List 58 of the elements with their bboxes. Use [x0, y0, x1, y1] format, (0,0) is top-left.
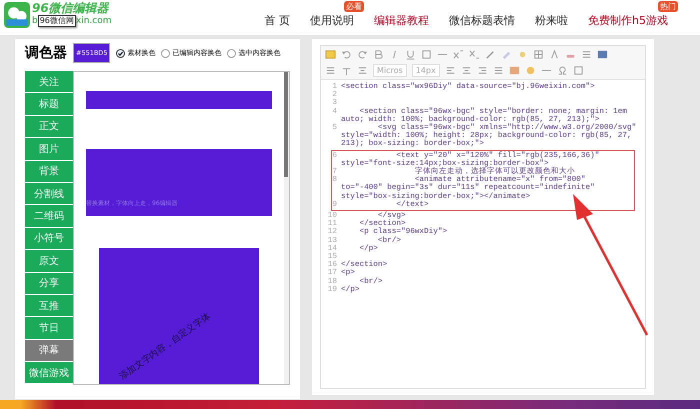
image-icon[interactable]	[508, 65, 520, 76]
superscript-icon[interactable]	[453, 49, 464, 60]
html-icon[interactable]	[325, 49, 336, 60]
nav-link[interactable]: 编辑器教程	[364, 14, 440, 27]
align-center-icon[interactable]	[460, 65, 472, 76]
radio-button[interactable]	[116, 48, 126, 58]
underline-icon[interactable]	[405, 49, 416, 60]
logo-title[interactable]: 96微信编辑器	[32, 2, 112, 15]
category-tab[interactable]: 正文	[25, 116, 73, 138]
list-icon[interactable]	[581, 49, 592, 60]
fullscreen-icon[interactable]	[597, 49, 608, 60]
scrollbar-thumb[interactable]	[284, 72, 288, 177]
nav-link[interactable]: 首 页	[254, 14, 300, 27]
radio-button[interactable]	[161, 48, 170, 58]
bold-icon[interactable]	[373, 49, 384, 60]
nav-link[interactable]: 粉来啦	[525, 14, 578, 27]
nav-badge: 必看	[344, 1, 364, 12]
category-tab[interactable]: 原文	[25, 250, 73, 272]
font-family-select[interactable]: Micros	[373, 64, 407, 77]
category-tab[interactable]: 小符号	[25, 228, 73, 250]
tooltip: 96微信网	[38, 15, 76, 27]
category-tab[interactable]: 图片	[25, 138, 73, 160]
category-tab[interactable]: 微信游戏	[25, 362, 73, 384]
logo-icon[interactable]	[4, 2, 30, 28]
category-tab[interactable]: 互推	[25, 294, 73, 316]
subscript-icon[interactable]	[469, 49, 480, 60]
category-tab[interactable]: 标题	[25, 93, 73, 115]
site-domain: xin.com	[76, 16, 112, 26]
line-height-icon[interactable]	[357, 65, 368, 76]
align-left-icon[interactable]	[444, 65, 456, 76]
category-tab[interactable]: 弹幕	[25, 340, 73, 362]
redo-icon[interactable]	[357, 49, 368, 60]
brush-icon[interactable]	[485, 49, 496, 60]
panel-title: 调色器	[25, 44, 67, 62]
nav-link[interactable]: 使用说明	[300, 14, 364, 27]
align-right-icon[interactable]	[476, 65, 488, 76]
category-tab[interactable]: 分割线	[25, 182, 73, 204]
omega-icon[interactable]	[556, 65, 568, 76]
template-icon[interactable]	[572, 65, 584, 76]
rotated-caption: 添加文字内容，自定义字体	[117, 310, 213, 383]
category-tab[interactable]: 节日	[25, 317, 73, 339]
table-icon[interactable]	[533, 49, 544, 60]
border-icon[interactable]	[421, 49, 432, 60]
justify-icon[interactable]	[492, 65, 504, 76]
font-size-select[interactable]: 14px	[412, 64, 440, 77]
site-domain: b	[32, 16, 38, 26]
paragraph-icon[interactable]	[341, 65, 352, 76]
emoji-icon[interactable]	[524, 65, 536, 76]
category-tab[interactable]: 分享	[25, 272, 73, 294]
nav-badge: 热门	[658, 1, 678, 12]
category-tab[interactable]: 二维码	[25, 205, 73, 227]
undo-icon[interactable]	[341, 49, 352, 60]
bullet-list-icon[interactable]	[325, 65, 336, 76]
nav-link[interactable]: 微信标题表情	[439, 14, 526, 27]
category-tab[interactable]: 背景	[25, 160, 73, 182]
category-tab[interactable]: 关注	[25, 71, 73, 92]
radio-button[interactable]	[227, 48, 236, 58]
nav-link[interactable]: 免费制作h5游戏	[578, 14, 678, 27]
